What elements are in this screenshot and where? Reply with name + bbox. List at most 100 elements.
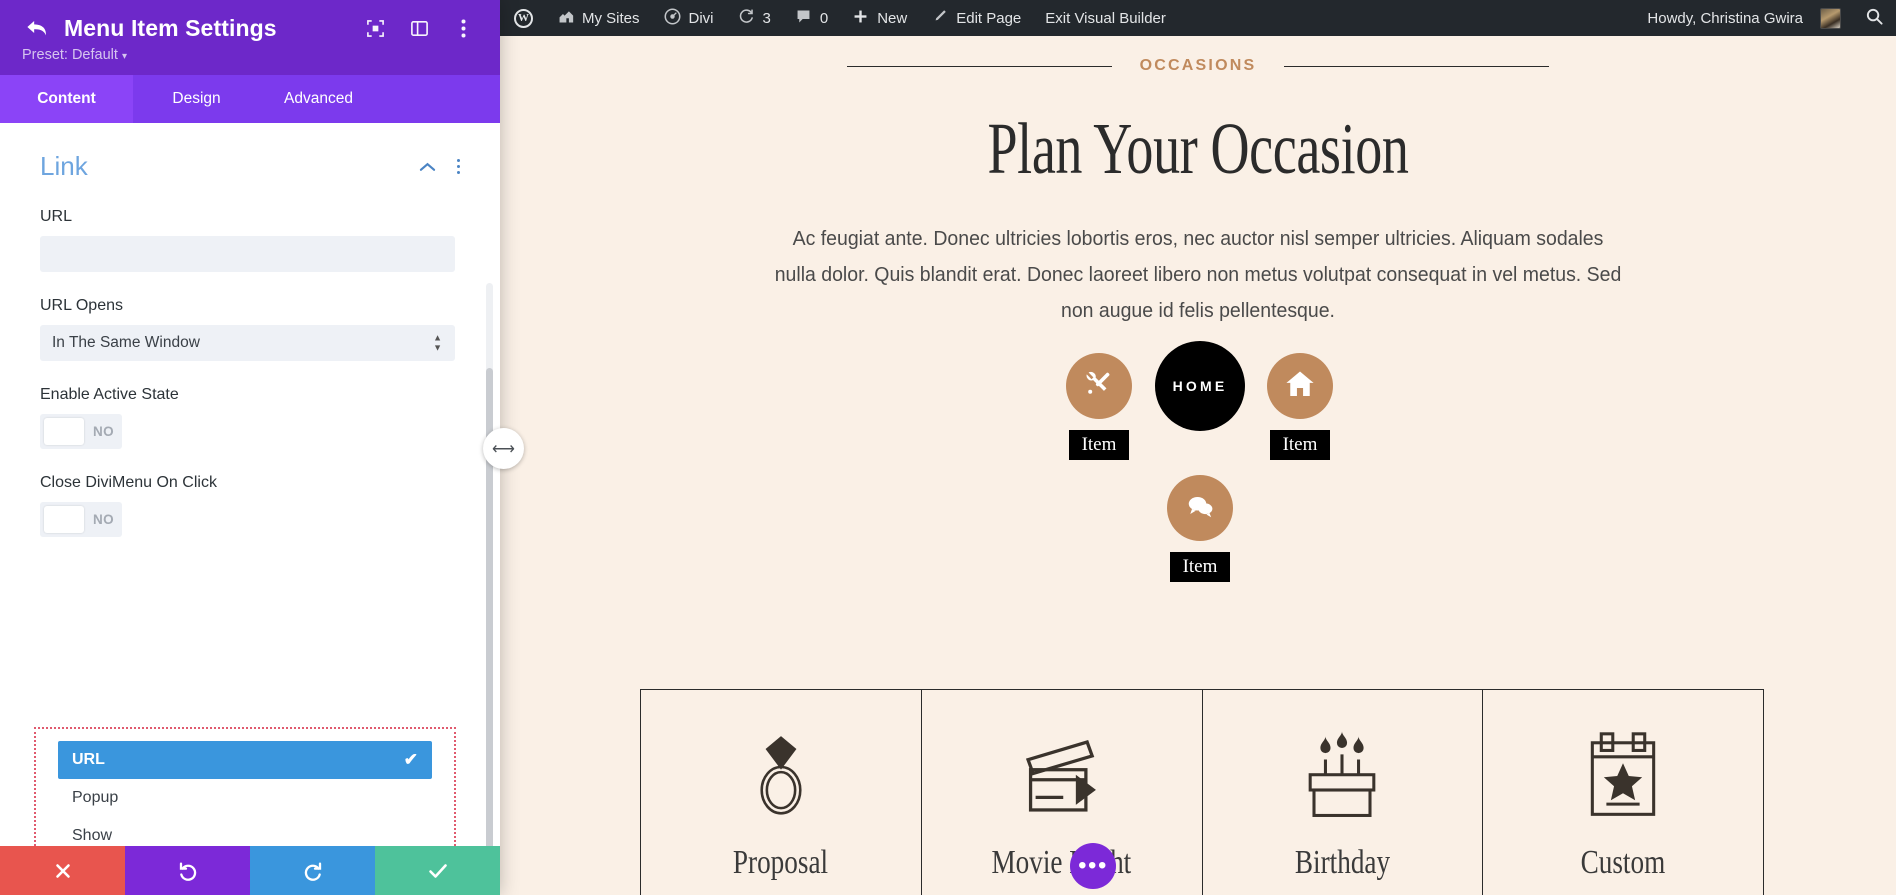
preset-label: Preset: Default <box>22 47 118 63</box>
plus-icon <box>852 8 869 29</box>
field-enable-active-state-label: Enable Active State <box>40 386 179 403</box>
field-enable-active-state: Enable Active State NO <box>40 386 460 449</box>
cancel-button[interactable] <box>0 846 125 895</box>
adminbar-comments-count: 0 <box>819 9 829 27</box>
panel-body-inner: Link URL URL Opens In The Same Window ▲ … <box>0 123 500 537</box>
tab-advanced[interactable]: Advanced <box>260 75 377 123</box>
adminbar-howdy[interactable]: Howdy, Christina Gwira <box>1633 0 1853 36</box>
divi-menu-cluster: Item HOME Item Item <box>500 341 1896 603</box>
kebab-menu-icon[interactable] <box>456 158 460 175</box>
save-button[interactable] <box>375 846 500 895</box>
field-url-opens: URL Opens In The Same Window ▲ ▼ <box>40 297 460 361</box>
url-opens-value: In The Same Window <box>52 334 200 351</box>
link-type-option-popup[interactable]: Popup <box>58 779 432 817</box>
divi-icon <box>664 8 681 29</box>
home-center-label: HOME <box>1172 378 1228 394</box>
preset-selector[interactable]: Preset: Default ▾ <box>22 47 478 63</box>
search-icon <box>1865 7 1884 30</box>
sites-icon <box>557 8 574 29</box>
menu-node-tools-label: Item <box>1068 430 1130 460</box>
eyebrow-rule-right <box>1284 65 1550 67</box>
adminbar-exit-visual-builder[interactable]: Exit Visual Builder <box>1033 0 1178 36</box>
occasion-card-birthday[interactable]: Birthday <box>1203 690 1484 895</box>
kebab-menu-icon[interactable] <box>452 17 474 39</box>
adminbar-exit-label: Exit Visual Builder <box>1045 9 1166 27</box>
menu-node-chat-label: Item <box>1169 552 1231 582</box>
back-arrow-icon[interactable] <box>22 14 52 42</box>
house-circle[interactable] <box>1267 353 1333 419</box>
birthday-cake-icon <box>1300 730 1384 822</box>
adminbar-updates-count: 3 <box>762 9 771 27</box>
field-url: URL <box>40 208 460 272</box>
adminbar-new[interactable]: New <box>840 0 919 36</box>
calendar-star-icon <box>1584 730 1662 822</box>
comments-icon <box>795 8 812 29</box>
link-type-option-popup-label: Popup <box>72 789 119 806</box>
wp-admin-bar: My Sites Divi 3 0 New <box>500 0 1896 36</box>
adminbar-divi[interactable]: Divi <box>652 0 726 36</box>
menu-node-tools[interactable]: Item <box>1066 353 1132 460</box>
panel-header-icons <box>364 17 478 39</box>
page-canvas: OCCASIONS Plan Your Occasion Ac feugiat … <box>500 36 1896 895</box>
menu-node-home-center[interactable]: HOME <box>1155 341 1245 431</box>
check-icon: ✔ <box>403 750 418 769</box>
occasion-card-proposal[interactable]: Proposal <box>641 690 922 895</box>
adminbar-comments[interactable]: 0 <box>783 0 840 36</box>
chevron-up-icon[interactable] <box>419 158 436 175</box>
adminbar-search-button[interactable] <box>1853 0 1896 36</box>
undo-button[interactable] <box>125 846 250 895</box>
adminbar-wordpress-logo[interactable] <box>500 0 545 36</box>
close-divimenu-toggle[interactable]: NO <box>40 502 122 537</box>
adminbar-edit-page-label: Edit Page <box>956 9 1022 27</box>
redo-button[interactable] <box>250 846 375 895</box>
avatar <box>1820 7 1841 29</box>
layout-columns-icon[interactable] <box>408 17 430 39</box>
menu-node-house-label: Item <box>1269 430 1331 460</box>
occasion-card-birthday-title: Birthday <box>1294 844 1390 881</box>
more-options-fab[interactable]: ••• <box>1070 843 1116 889</box>
occasion-card-proposal-title: Proposal <box>733 844 829 881</box>
pencil-icon <box>931 8 948 29</box>
adminbar-edit-page[interactable]: Edit Page <box>919 0 1033 36</box>
url-opens-select[interactable]: In The Same Window <box>40 325 455 361</box>
toggle-knob <box>44 506 84 533</box>
adminbar-updates[interactable]: 3 <box>726 0 783 36</box>
wordpress-logo-icon <box>514 8 533 28</box>
panel-body: Link URL URL Opens In The Same Window ▲ … <box>0 123 500 846</box>
adminbar-divi-label: Divi <box>688 9 714 27</box>
eyebrow-label: OCCASIONS <box>1139 57 1257 74</box>
tab-content[interactable]: Content <box>0 75 133 123</box>
enable-active-state-toggle[interactable]: NO <box>40 414 122 449</box>
occasion-card-movie-night[interactable]: Movie Night <box>922 690 1203 895</box>
home-icon <box>1284 368 1316 405</box>
eyebrow-row: OCCASIONS <box>500 57 1896 75</box>
field-url-opens-label: URL Opens <box>40 297 123 314</box>
focus-target-icon[interactable] <box>364 17 386 39</box>
field-close-divimenu-on-click: Close DiviMenu On Click NO <box>40 474 460 537</box>
app-root: My Sites Divi 3 0 New <box>0 0 1896 895</box>
link-section-header: Link <box>40 151 460 182</box>
menu-node-house[interactable]: Item <box>1267 353 1333 460</box>
page-title: Plan Your Occasion <box>987 108 1409 189</box>
panel-resize-handle[interactable]: ⟷ <box>483 428 524 469</box>
menu-node-chat[interactable]: Item <box>1167 475 1233 582</box>
panel-footer <box>0 846 500 895</box>
select-stepper-arrows-icon: ▲ ▼ <box>433 332 442 353</box>
link-type-option-url[interactable]: URL ✔ <box>58 741 432 779</box>
adminbar-my-sites[interactable]: My Sites <box>545 0 652 36</box>
link-type-option-show[interactable]: Show <box>58 817 432 846</box>
tab-design[interactable]: Design <box>133 75 260 123</box>
updates-icon <box>738 8 755 29</box>
link-type-option-url-label: URL <box>72 751 105 768</box>
chevron-down-icon: ▾ <box>121 51 127 62</box>
toggle-knob <box>44 418 84 445</box>
occasion-card-custom[interactable]: Custom <box>1483 690 1763 895</box>
clapperboard-icon <box>1018 730 1106 822</box>
adminbar-right-group: Howdy, Christina Gwira <box>1633 0 1896 36</box>
adminbar-new-label: New <box>877 9 908 27</box>
tools-circle[interactable] <box>1066 353 1132 419</box>
enable-active-state-value: NO <box>93 424 115 439</box>
chat-circle[interactable] <box>1167 475 1233 541</box>
url-input[interactable] <box>40 236 455 272</box>
home-circle[interactable]: HOME <box>1155 341 1245 431</box>
